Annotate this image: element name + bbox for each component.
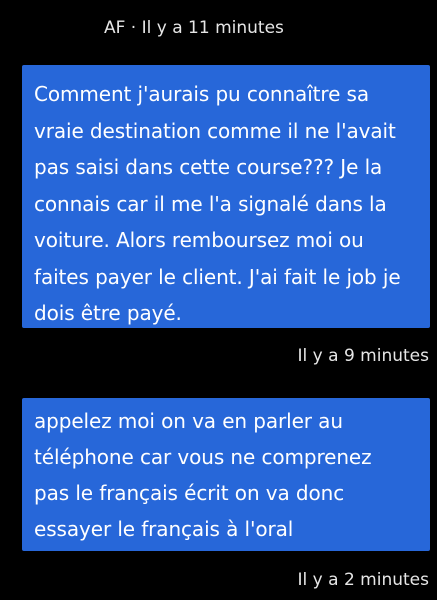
message-text-line: dois être payé. <box>34 301 182 325</box>
message-text-line: téléphone car vous ne comprenez <box>34 445 372 469</box>
message-text-line: appelez moi on va en parler au <box>34 409 343 433</box>
message-timestamp: Il y a 2 minutes <box>297 570 429 590</box>
message-bubble[interactable]: appelez moi on va en parler au téléphone… <box>22 398 430 551</box>
message-bubble[interactable]: Comment j'aurais pu connaître sa vraie d… <box>22 65 430 328</box>
message-text-line: vraie destination comme il ne l'avait <box>34 118 396 143</box>
message-text-line: faites payer le client. J'ai fait le job… <box>34 264 401 289</box>
message-text-line: voiture. Alors remboursez moi ou <box>34 228 364 252</box>
message-text-line: pas le français écrit on va donc <box>34 481 345 505</box>
message-meta-header: AF · Il y a 11 minutes <box>104 18 284 38</box>
message-text-line: Comment j'aurais pu connaître sa <box>34 82 370 106</box>
message-timestamp: Il y a 9 minutes <box>297 346 429 366</box>
message-text-line: essayer le français à l'oral <box>34 517 294 541</box>
message-text-line: connais car il me l'a signalé dans la <box>34 191 387 216</box>
message-text-line: pas saisi dans cette course??? Je la <box>34 155 383 179</box>
